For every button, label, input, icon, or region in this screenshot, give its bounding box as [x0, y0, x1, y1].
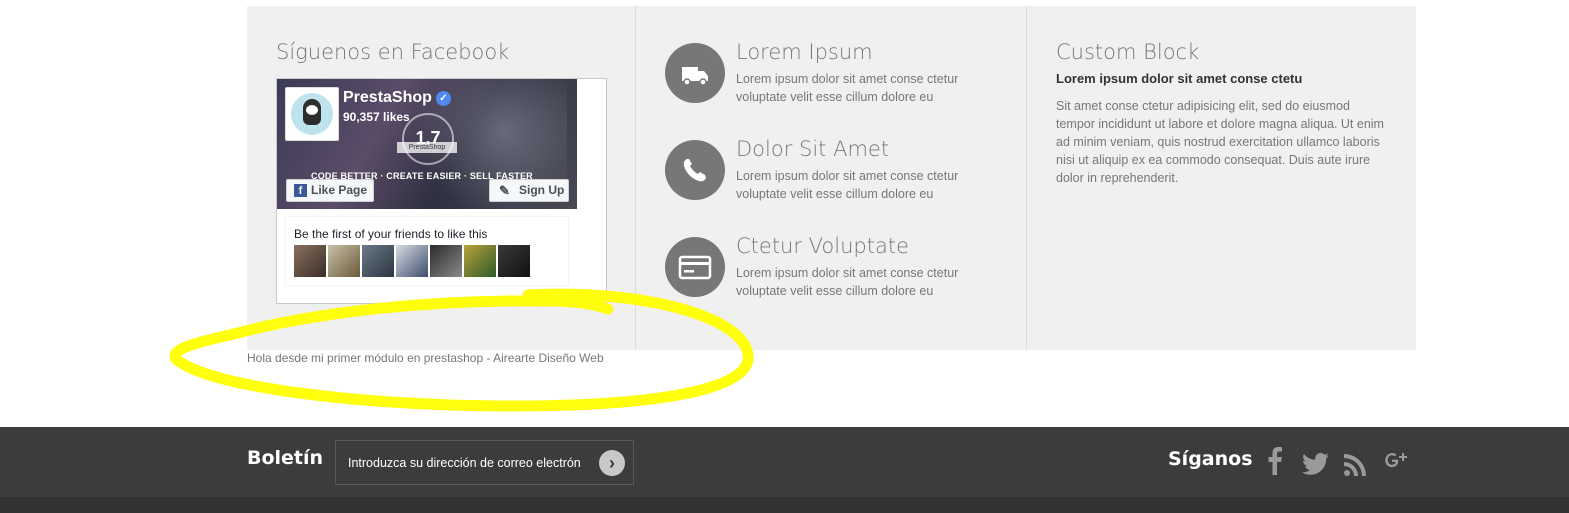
footer-columns-panel: Síguenos en Facebook 1.7 PrestaShop Pres… [247, 6, 1416, 350]
version-badge-label: PrestaShop [397, 142, 457, 153]
verified-badge-icon: ✓ [435, 91, 451, 106]
feature-text: Lorem ipsum dolor sit amet conse ctetur … [736, 266, 959, 298]
facebook-page-widget[interactable]: 1.7 PrestaShop PrestaShop ✓ 90,357 likes … [276, 78, 607, 304]
follow-us-title: Síganos [1168, 448, 1253, 470]
twitter-icon[interactable] [1302, 450, 1329, 478]
facebook-logo-icon: f [294, 184, 307, 197]
column-divider [1026, 6, 1027, 350]
rss-icon[interactable] [1344, 451, 1366, 479]
newsletter-submit-button[interactable]: › [599, 450, 625, 476]
custom-block-text: Sit amet conse ctetur adipisicing elit, … [1056, 99, 1384, 185]
feature-text: Lorem ipsum dolor sit amet conse ctetur … [736, 72, 959, 104]
newsletter-form: › [335, 440, 634, 485]
truck-icon [665, 43, 725, 103]
google-plus-icon[interactable] [1382, 447, 1410, 475]
like-page-label: Like Page [311, 183, 368, 197]
pencil-icon: ✎ [499, 183, 510, 198]
sign-up-label: Sign Up [519, 183, 565, 197]
credit-card-icon [665, 237, 725, 297]
facebook-icon[interactable] [1267, 447, 1283, 475]
like-page-button[interactable]: f Like Page [286, 179, 374, 202]
site-footer: Boletín › Síganos [0, 427, 1569, 497]
friend-avatar[interactable] [430, 245, 462, 277]
newsletter-title: Boletín [247, 447, 324, 469]
friend-avatars [294, 245, 532, 277]
custom-block-title: Custom Block [1056, 40, 1200, 64]
facebook-block-title: Síguenos en Facebook [276, 40, 510, 64]
friend-avatar[interactable] [464, 245, 496, 277]
friend-avatar[interactable] [396, 245, 428, 277]
feature-title: Lorem Ipsum [736, 40, 873, 64]
facebook-likes-count: 90,357 likes [343, 110, 410, 124]
footer-bottom-bar [0, 497, 1569, 513]
facebook-cover-image[interactable]: 1.7 PrestaShop PrestaShop ✓ 90,357 likes … [277, 79, 577, 209]
friends-like-text: Be the first of your friends to like thi… [294, 227, 488, 241]
feature-title: Ctetur Voluptate [736, 234, 909, 258]
friends-like-box: Be the first of your friends to like thi… [286, 217, 568, 285]
friend-avatar[interactable] [328, 245, 360, 277]
custom-block-subtitle: Lorem ipsum dolor sit amet conse ctetu [1056, 71, 1303, 86]
page-avatar[interactable] [285, 87, 339, 141]
sign-up-button[interactable]: ✎ Sign Up [489, 179, 569, 202]
friend-avatar[interactable] [294, 245, 326, 277]
friend-avatar[interactable] [362, 245, 394, 277]
friend-avatar[interactable] [498, 245, 530, 277]
feature-title: Dolor Sit Amet [736, 137, 890, 161]
facebook-page-name[interactable]: PrestaShop ✓ [343, 89, 451, 107]
column-divider [635, 6, 636, 350]
newsletter-email-input[interactable] [336, 441, 596, 484]
feature-text: Lorem ipsum dolor sit amet conse ctetur … [736, 169, 959, 201]
module-message: Hola desde mi primer módulo en prestasho… [247, 351, 604, 365]
puffin-logo-icon [291, 93, 333, 135]
phone-icon [665, 140, 725, 200]
